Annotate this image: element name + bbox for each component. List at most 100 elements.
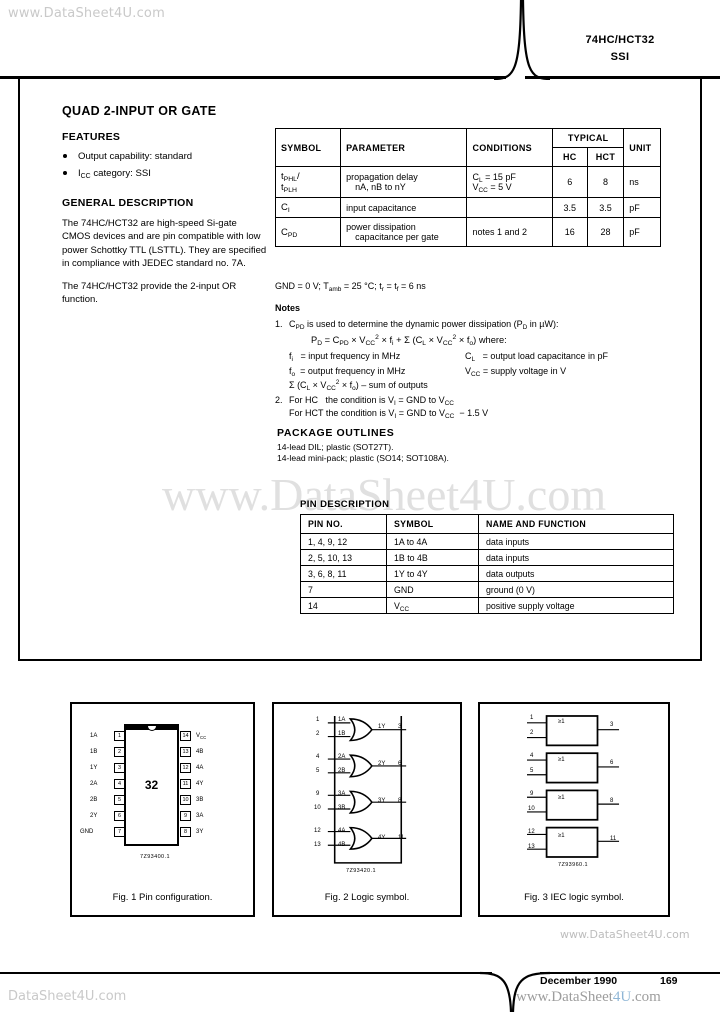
note1-cpd-sub: PD [295,324,305,331]
left-column: QUAD 2-INPUT OR GATE FEATURES Output cap… [62,104,267,316]
cell-hc: 6 [552,166,588,198]
fig3-gate-label-2: ≥1 [558,757,565,763]
cond-gnd: GND = 0 V; T [275,281,329,291]
footer-date: December 1990 [540,975,618,987]
cell-parameter: power dissipation capacitance per gate [340,217,468,247]
parameter-line-1: power dissipation [346,222,416,232]
note-1-body: CPD is used to determine the dynamic pow… [289,318,667,392]
note1-text-a: is used to determine the dynamic power d… [304,319,523,329]
fig2-input-3A: 3A [338,791,346,797]
dip-part-marking: 32 [144,778,159,792]
table-row: 1, 4, 9, 12 1A to 4A data inputs [300,533,674,550]
cell-pin-no: 14 [300,597,387,614]
dip-notch-icon [146,726,157,731]
pin-pad-2: 2 [114,747,125,757]
symbol2-sub: PLH [283,187,297,194]
fig3-pin-num-10: 10 [528,806,535,812]
header-rule-left [0,76,506,79]
fig2-input-4A: 4A [338,828,346,834]
footer-page-number: 169 [660,975,678,987]
cell-parameter: input capacitance [340,197,468,218]
pin-label-3A: 3A [196,813,204,819]
pin-label-GND: GND [80,829,94,835]
note-1-lead: CPD is used to determine the dynamic pow… [289,318,667,331]
package-line-2: 14-lead mini-pack; plastic (SO14; SOT108… [277,453,449,464]
figure-1-code: 7Z93400.1 [140,854,170,860]
fig2-input-4B: 4B [338,842,346,848]
pin-description-heading: PIN DESCRIPTION [300,499,390,510]
symbol-pre: C [281,202,288,213]
iec-symbol-drawing [527,715,620,858]
note-1-definitions-row-1: fi = input frequency in MHz CL = output … [289,350,667,363]
cell-pin-no: 1, 4, 9, 12 [300,533,387,550]
note1-pd-sub: D [522,324,528,331]
parameter-line-2: capacitance per gate [355,232,439,242]
figure-3-code: 7Z93960.1 [558,862,588,868]
th-unit: UNIT [623,128,661,167]
watermark-footer-c: .com [631,989,661,1005]
fig3-gate-label-3: ≥1 [558,795,565,801]
fig2-pin-num-12: 12 [314,828,321,834]
note-1-sum-line: Σ (CL × VCC2 × fo) – sum of outputs [289,378,428,392]
fig2-output-2Y: 2Y [378,761,386,767]
cell-unit: ns [623,166,661,198]
def-left-2: fo = output frequency in MHz [289,365,406,378]
symbol-sub: PD [287,231,298,239]
bullet-icon [63,171,67,176]
fig3-pin-num-1: 1 [530,715,534,721]
cell-conditions: notes 1 and 2 [466,217,553,247]
pin-pad-11: 11 [180,779,191,789]
pin-description-table: PIN NO. SYMBOL NAME AND FUNCTION 1, 4, 9… [300,514,674,614]
footer-rule-right [540,972,720,974]
pin-label-1B: 1B [90,749,98,755]
th-symbol: SYMBOL [274,128,342,167]
header-part-number: 74HC/HCT32 [585,34,655,46]
fig2-pin-num-10: 10 [314,805,321,811]
fig2-pin-num-13: 13 [314,842,321,848]
table-row: 3, 6, 8, 11 1Y to 4Y data outputs [300,565,674,582]
fig3-pin-num-5: 5 [530,768,534,774]
cond-tf-sub: f [396,286,399,293]
pin-label-1A: 1A [90,733,98,739]
cell-pin-no: 7 [300,581,387,598]
parameter-line-1: propagation delay [346,172,418,182]
general-description-paragraph-2: The 74HC/HCT32 provide the 2-input OR fu… [62,280,237,306]
pin-label-VCC: VCC [196,733,207,740]
pin-pad-8: 8 [180,827,191,837]
fig2-pin-num-1: 1 [316,717,320,723]
table-row: tPHL/ tPLH propagation delay nA, nB to n… [274,166,661,198]
fig2-output-1Y: 1Y [378,724,386,730]
note-2-line-2: For HCT the condition is VI = GND to VCC… [289,407,489,420]
fig3-pin-num-8: 8 [610,798,614,804]
feature-text-post: category: SSI [90,168,151,180]
symbol-sub: I [287,207,290,214]
th-hc: HC [552,147,588,167]
cell-hct: 28 [586,217,625,247]
fig3-pin-num-2: 2 [530,730,534,736]
table-row: CI input capacitance 3.5 3.5 pF [274,197,661,218]
table-row: 2, 5, 10, 13 1B to 4B data inputs [300,549,674,566]
cell-name-function: data inputs [478,549,674,566]
page-title: QUAD 2-INPUT OR GATE [62,104,217,118]
cell-symbol: 1Y to 4Y [386,565,479,582]
logic-symbol-drawing [327,716,407,864]
header-rule-right [525,76,720,79]
features-list: Output capability: standard ICC category… [62,151,267,181]
cond-pre: C [472,172,479,182]
fig3-pin-num-12: 12 [528,829,535,835]
cell-symbol: tPHL/ tPLH [274,166,342,198]
pin-label-4Y: 4Y [196,781,204,787]
fig3-gate-label-4: ≥1 [558,833,565,839]
fig2-output-4Y: 4Y [378,835,386,841]
symbol-pre: C [281,226,288,238]
symbol-sub: PHL [283,176,297,183]
note-2-number: 2. [275,394,283,405]
pin-label-3B: 3B [196,797,204,803]
cell-conditions [466,197,553,218]
pin-pad-1: 1 [114,731,125,741]
cell-hct: 3.5 [586,197,625,218]
figure-1-pin-configuration: 32 1 1A 2 1B 3 1Y 4 2A 5 2B 6 2Y 7 GND 1… [70,702,255,917]
general-description-heading: GENERAL DESCRIPTION [62,196,194,209]
pin-pad-5: 5 [114,795,125,805]
fig2-input-2A: 2A [338,754,346,760]
